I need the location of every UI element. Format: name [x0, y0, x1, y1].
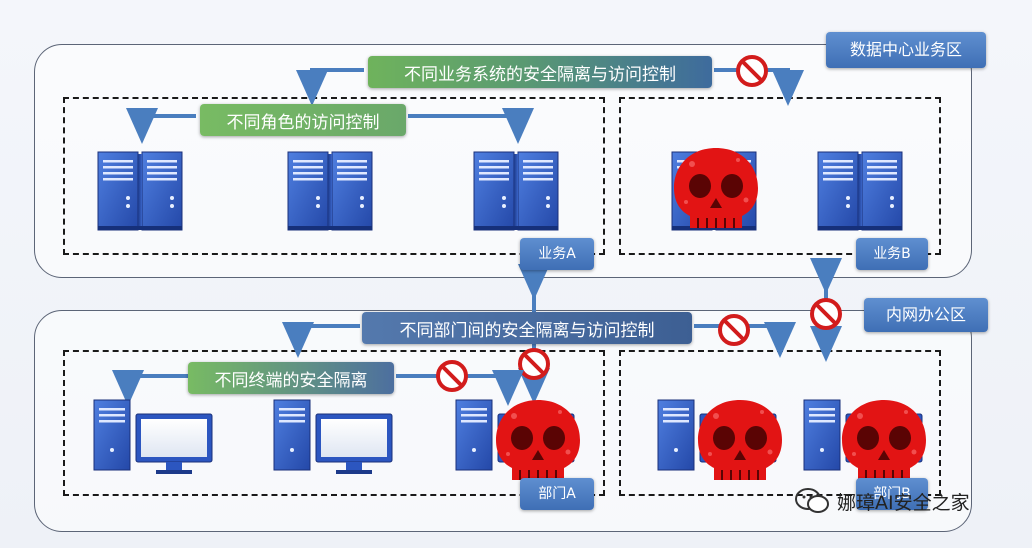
- server-icon: [473, 151, 559, 231]
- server-icon: [97, 151, 183, 231]
- dept-isolation-label: 不同部门间的安全隔离与访问控制: [362, 312, 692, 344]
- desktop-computer-icon: [93, 399, 213, 475]
- dept-block-icon: [718, 314, 750, 346]
- red-skull-icon: [841, 399, 927, 481]
- watermark-text: 娜璋AI安全之家: [837, 491, 970, 514]
- business-a-tag: 业务A: [520, 238, 594, 270]
- datacenter-zone-tag: 数据中心业务区: [826, 32, 986, 68]
- watermark: 娜璋AI安全之家: [795, 486, 970, 516]
- red-skull-icon: [697, 399, 783, 481]
- terminal-isolation-label: 不同终端的安全隔离: [188, 362, 394, 394]
- business-block-icon: [736, 55, 768, 87]
- dept-a-tag: 部门A: [520, 478, 594, 510]
- vertical-block-icon-a: [518, 348, 550, 380]
- desktop-computer-icon: [273, 399, 393, 475]
- business-isolation-label: 不同业务系统的安全隔离与访问控制: [368, 56, 712, 88]
- business-b-tag: 业务B: [856, 238, 928, 270]
- red-skull-icon: [495, 399, 581, 481]
- office-zone-tag: 内网办公区: [864, 298, 988, 332]
- server-icon: [817, 151, 903, 231]
- vertical-block-icon-b: [810, 298, 842, 330]
- terminal-block-icon: [436, 360, 468, 392]
- wechat-icon: [795, 488, 829, 513]
- role-access-label: 不同角色的访问控制: [200, 104, 406, 136]
- server-icon: [287, 151, 373, 231]
